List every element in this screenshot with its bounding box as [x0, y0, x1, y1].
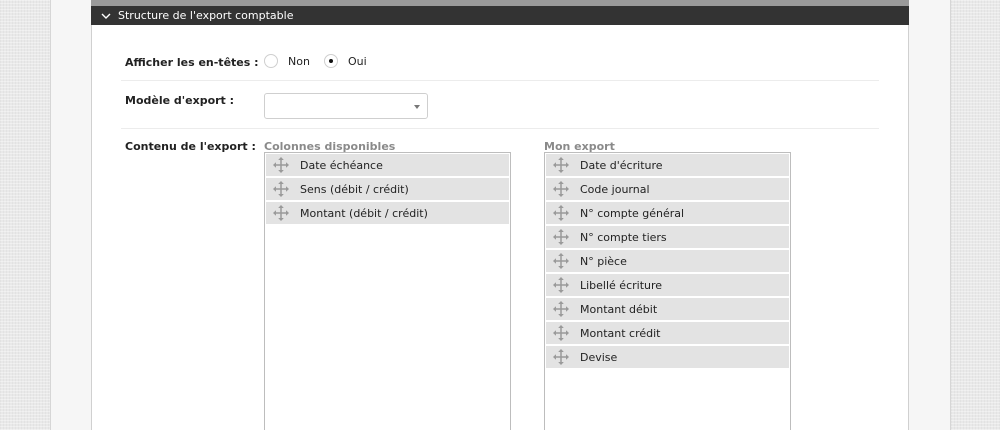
radio-oui-label[interactable]: Oui [348, 55, 367, 68]
chevron-down-icon [101, 13, 111, 19]
radio-non-label[interactable]: Non [288, 55, 310, 68]
move-arrows-icon [553, 277, 569, 293]
move-arrows-icon [553, 205, 569, 221]
my-export-list[interactable]: Date d'écriture Code journal N° compte gén… [544, 152, 791, 430]
list-item-label: Devise [580, 350, 618, 364]
dropdown-arrow-icon [414, 105, 420, 109]
list-item-label: Sens (débit / crédit) [300, 182, 409, 196]
section-header[interactable]: Structure de l'export comptable [91, 6, 909, 25]
list-item-label: Libellé écriture [580, 278, 663, 292]
list-item-label: Montant crédit [580, 326, 661, 340]
list-item[interactable]: N° compte général [546, 202, 789, 224]
move-arrows-icon [553, 229, 569, 245]
move-arrows-icon [273, 205, 289, 221]
show-headers-radio-group: Non Oui [264, 54, 381, 68]
list-item[interactable]: N° pièce [546, 250, 789, 272]
list-item-label: Montant (débit / crédit) [300, 206, 428, 220]
export-model-select[interactable] [264, 93, 428, 119]
list-item[interactable]: Montant (débit / crédit) [266, 202, 509, 224]
move-arrows-icon [553, 349, 569, 365]
section-title: Structure de l'export comptable [118, 9, 294, 22]
move-arrows-icon [273, 157, 289, 173]
list-item-label: Montant débit [580, 302, 658, 316]
move-arrows-icon [553, 253, 569, 269]
list-item-label: N° compte tiers [580, 230, 667, 244]
move-arrows-icon [553, 325, 569, 341]
move-arrows-icon [553, 301, 569, 317]
list-item-label: N° compte général [580, 206, 685, 220]
list-item[interactable]: Date d'écriture [546, 154, 789, 176]
list-item[interactable]: Libellé écriture [546, 274, 789, 296]
list-item-label: Date échéance [300, 158, 383, 172]
available-columns-list[interactable]: Date échéance Sens (débit / crédit) Montan… [264, 152, 511, 430]
export-content-label: Contenu de l'export : [125, 140, 256, 153]
move-arrows-icon [553, 181, 569, 197]
divider [121, 128, 879, 129]
list-item[interactable]: Montant crédit [546, 322, 789, 344]
list-item[interactable]: Montant débit [546, 298, 789, 320]
list-item[interactable]: Devise [546, 346, 789, 368]
list-item-label: N° pièce [580, 254, 627, 268]
radio-oui[interactable] [323, 54, 338, 68]
list-item[interactable]: Sens (débit / crédit) [266, 178, 509, 200]
list-item[interactable]: N° compte tiers [546, 226, 789, 248]
move-arrows-icon [273, 181, 289, 197]
radio-non[interactable] [264, 54, 278, 68]
move-arrows-icon [553, 157, 569, 173]
list-item[interactable]: Date échéance [266, 154, 509, 176]
list-item-label: Date d'écriture [580, 158, 663, 172]
list-item[interactable]: Code journal [546, 178, 789, 200]
divider [121, 80, 879, 81]
show-headers-label: Afficher les en-têtes : [125, 56, 259, 69]
export-model-label: Modèle d'export : [125, 94, 235, 107]
list-item-label: Code journal [580, 182, 650, 196]
